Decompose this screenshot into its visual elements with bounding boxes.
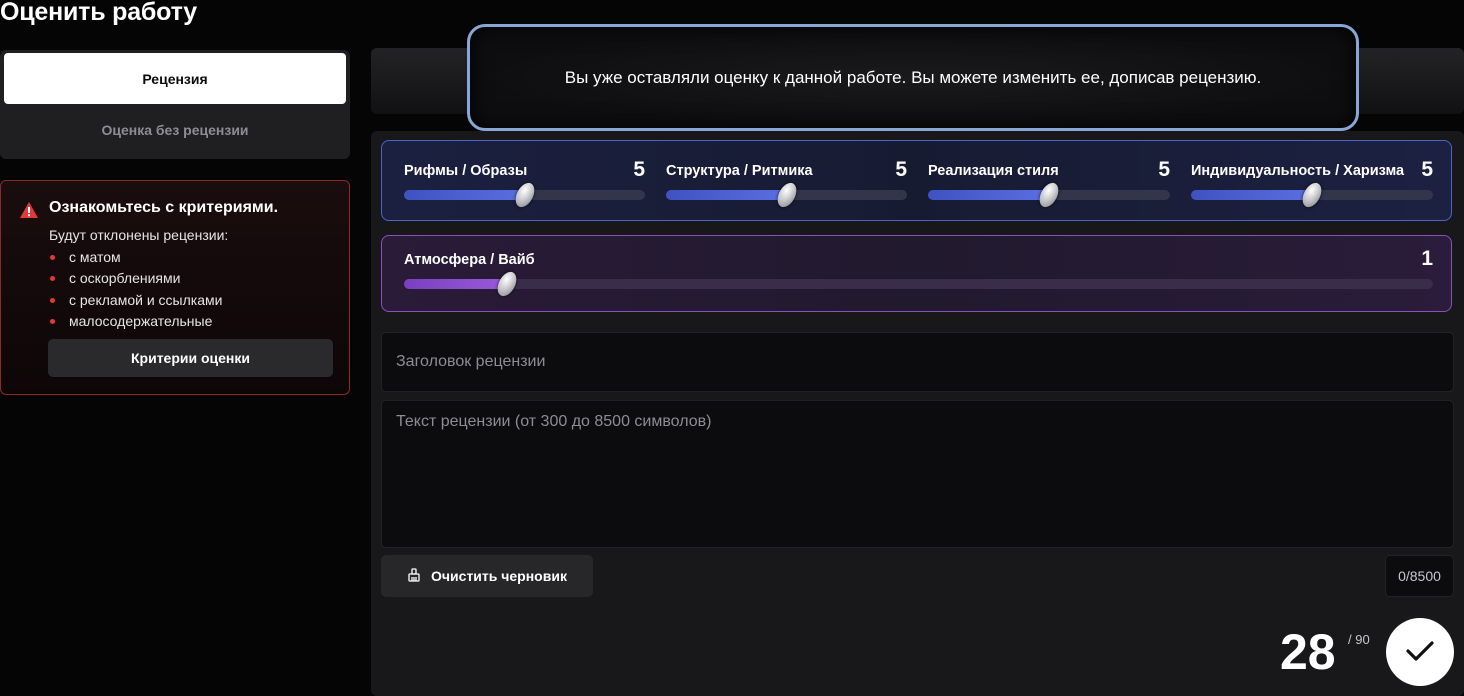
char-counter: 0/8500 (1385, 555, 1454, 597)
tab-review[interactable]: Рецензия (4, 53, 346, 104)
slider-fill (1191, 190, 1312, 200)
slider-thumb[interactable] (493, 268, 521, 300)
clear-draft-button[interactable]: Очистить черновик (381, 555, 593, 597)
slider-thumb[interactable] (773, 179, 800, 211)
criteria-title: Ознакомьтесь с критериями. (49, 199, 279, 216)
review-mode-tabs: Рецензия Оценка без рецензии (0, 50, 350, 159)
slider-value: 5 (633, 158, 645, 181)
slider-label: Структура / Ритмика (666, 163, 813, 179)
rating-slider-charisma: Индивидуальность / Харизма 5 (1191, 141, 1433, 222)
slider-fill (666, 190, 787, 200)
slider-fill (928, 190, 1049, 200)
total-score: 28 (1280, 624, 1336, 680)
slider-track[interactable] (404, 179, 645, 211)
criteria-list: с матом с оскорблениями с рекламой и ссы… (49, 247, 222, 332)
review-text-input[interactable] (381, 400, 1454, 548)
criteria-list-item: с рекламой и ссылками (49, 290, 222, 311)
slider-value: 1 (1421, 247, 1433, 270)
slider-value: 5 (1421, 158, 1433, 181)
slider-label: Рифмы / Образы (404, 163, 528, 179)
clear-draft-label: Очистить черновик (431, 568, 567, 584)
slider-thumb[interactable] (1035, 179, 1063, 211)
submit-button[interactable] (1386, 618, 1454, 686)
slider-track[interactable] (666, 179, 907, 211)
slider-thumb[interactable] (1298, 179, 1326, 211)
slider-track[interactable] (928, 179, 1170, 211)
criteria-warning-panel: Ознакомьтесь с критериями. Будут отклоне… (0, 180, 350, 395)
slider-fill (404, 279, 507, 289)
rating-slider-style: Реализация стиля 5 (928, 141, 1170, 222)
criteria-list-item: с оскорблениями (49, 268, 222, 289)
slider-label: Индивидуальность / Харизма (1191, 163, 1405, 179)
vibe-rating-group: Атмосфера / Вайб 1 (381, 235, 1452, 312)
toast-message: Вы уже оставляли оценку к данной работе.… (564, 67, 1262, 87)
rating-slider-structure: Структура / Ритмика 5 (666, 141, 907, 222)
slider-track[interactable] (404, 268, 1433, 300)
total-score-max: / 90 (1348, 632, 1370, 647)
slider-label: Атмосфера / Вайб (404, 252, 535, 268)
tab-rating-only[interactable]: Оценка без рецензии (4, 104, 346, 155)
criteria-list-item: малосодержательные (49, 311, 222, 332)
criteria-button[interactable]: Критерии оценки (48, 339, 333, 377)
rating-slider-rhymes: Рифмы / Образы 5 (404, 141, 645, 222)
review-title-input[interactable] (381, 332, 1454, 392)
page-title: Оценить работу (0, 0, 197, 26)
ratings-group: Рифмы / Образы 5 Структура / Ритмика 5 Р… (381, 140, 1452, 221)
slider-track[interactable] (1191, 179, 1433, 211)
slider-label: Реализация стиля (928, 163, 1059, 179)
checkmark-icon (1405, 640, 1435, 665)
criteria-subtitle: Будут отклонены рецензии: (49, 227, 229, 243)
criteria-list-item: с матом (49, 247, 222, 268)
slider-fill (404, 190, 525, 200)
slider-value: 5 (895, 158, 907, 181)
broom-icon (407, 567, 421, 585)
slider-value: 5 (1158, 158, 1170, 181)
already-rated-toast: Вы уже оставляли оценку к данной работе.… (467, 24, 1359, 131)
slider-thumb[interactable] (511, 179, 538, 211)
warning-triangle-icon (20, 202, 38, 223)
rating-slider-vibe: Атмосфера / Вайб 1 (404, 236, 1433, 317)
